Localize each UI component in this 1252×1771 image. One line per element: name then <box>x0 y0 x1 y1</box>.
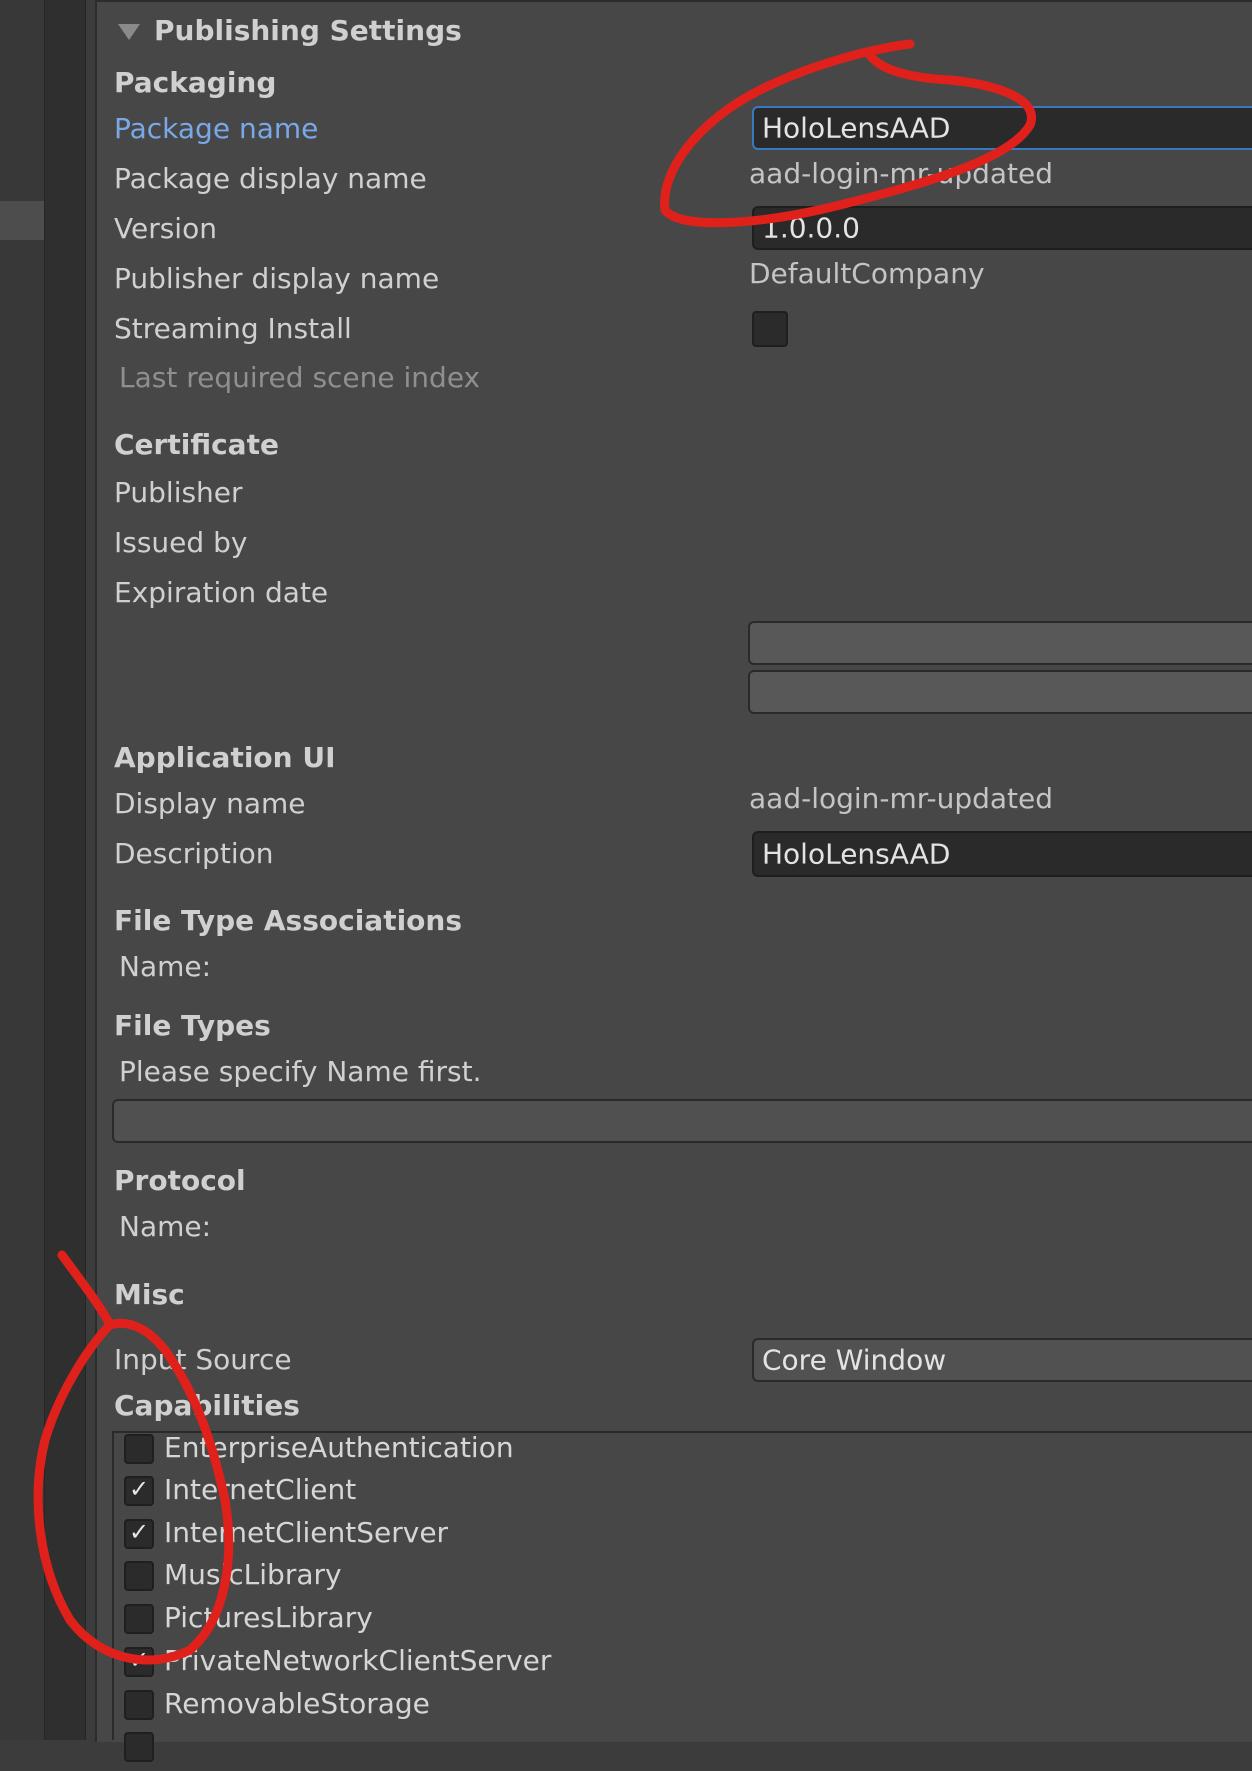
streaming-install-label: Streaming Install <box>114 312 352 345</box>
application-ui-heading: Application UI <box>114 741 336 774</box>
capability-checkbox[interactable]: ✓ <box>124 1518 154 1549</box>
fta-name-label: Name: <box>119 950 212 983</box>
certificate-expiration-label: Expiration date <box>114 576 329 609</box>
protocol-heading: Protocol <box>114 1164 246 1197</box>
publisher-display-name-label: Publisher display name <box>114 262 440 295</box>
capabilities-list: EnterpriseAuthentication ✓ InternetClien… <box>112 1431 1252 1762</box>
checkmark-icon: ✓ <box>129 1646 150 1674</box>
left-panel-selected-item[interactable] <box>0 201 44 240</box>
capability-label: InternetClientServer <box>164 1516 449 1549</box>
capability-checkbox[interactable] <box>124 1561 154 1591</box>
input-source-dropdown[interactable]: Core Window <box>752 1338 1252 1382</box>
version-input[interactable]: 1.0.0.0 <box>752 206 1252 250</box>
package-display-name-value: aad-login-mr-updated <box>749 157 1054 190</box>
misc-heading: Misc <box>114 1278 185 1311</box>
input-source-value: Core Window <box>762 1343 947 1377</box>
capability-label: InternetClient <box>164 1473 357 1506</box>
certificate-heading: Certificate <box>114 428 279 461</box>
capability-label: PrivateNetworkClientServer <box>164 1644 552 1677</box>
left-panel-strip <box>0 0 44 1740</box>
description-label: Description <box>114 837 274 870</box>
capabilities-heading: Capabilities <box>114 1389 300 1422</box>
package-display-name-label: Package display name <box>114 162 427 195</box>
capability-item[interactable]: ✓ InternetClientServer <box>114 1516 1014 1558</box>
publisher-display-name-value: DefaultCompany <box>749 257 985 290</box>
scroll-gutter <box>44 0 86 1740</box>
capability-item[interactable]: MusicLibrary <box>114 1558 1014 1600</box>
file-type-associations-heading: File Type Associations <box>114 904 463 937</box>
package-name-input[interactable]: HoloLensAAD <box>752 106 1252 150</box>
section-title[interactable]: Publishing Settings <box>154 14 462 48</box>
capability-item[interactable]: ✓ PrivateNetworkClientServer <box>114 1644 1014 1686</box>
create-certificate-button[interactable] <box>748 670 1252 714</box>
capability-label: PicturesLibrary <box>164 1601 373 1634</box>
file-types-list-box <box>112 1099 1252 1143</box>
capability-item[interactable]: EnterpriseAuthentication <box>114 1431 1014 1473</box>
checkmark-icon: ✓ <box>129 1475 150 1503</box>
certificate-issued-by-label: Issued by <box>114 526 248 559</box>
capability-item[interactable]: ✓ InternetClient <box>114 1473 1014 1515</box>
capability-checkbox[interactable] <box>124 1690 154 1720</box>
last-scene-index-label: Last required scene index <box>119 361 481 394</box>
capability-label: MusicLibrary <box>164 1558 342 1591</box>
capability-label: EnterpriseAuthentication <box>164 1431 514 1464</box>
capability-label: RemovableStorage <box>164 1687 430 1720</box>
version-value: 1.0.0.0 <box>762 211 860 245</box>
package-name-label: Package name <box>114 112 319 145</box>
capability-checkbox[interactable]: ✓ <box>124 1475 154 1506</box>
display-name-label: Display name <box>114 787 306 820</box>
version-label: Version <box>114 212 217 245</box>
checkmark-icon: ✓ <box>129 1518 150 1546</box>
capability-item-partial[interactable] <box>114 1731 1014 1771</box>
description-value: HoloLensAAD <box>762 837 951 871</box>
capability-item[interactable]: PicturesLibrary <box>114 1601 1014 1643</box>
streaming-install-checkbox[interactable] <box>752 311 788 347</box>
capability-checkbox[interactable] <box>124 1604 154 1634</box>
select-certificate-button[interactable] <box>748 621 1252 665</box>
file-types-hint: Please specify Name first. <box>119 1055 482 1088</box>
capability-checkbox[interactable]: ✓ <box>124 1646 154 1677</box>
capability-item[interactable]: RemovableStorage <box>114 1687 1014 1729</box>
package-name-value: HoloLensAAD <box>762 111 951 145</box>
packaging-heading: Packaging <box>114 66 277 99</box>
display-name-value: aad-login-mr-updated <box>749 782 1054 815</box>
certificate-publisher-label: Publisher <box>114 476 243 509</box>
file-types-heading: File Types <box>114 1009 271 1042</box>
protocol-name-label: Name: <box>119 1210 212 1243</box>
capability-checkbox[interactable] <box>124 1434 154 1464</box>
input-source-label: Input Source <box>114 1343 292 1376</box>
foldout-arrow-icon[interactable] <box>118 24 140 40</box>
description-input[interactable]: HoloLensAAD <box>752 831 1252 877</box>
capability-checkbox[interactable] <box>124 1732 154 1762</box>
